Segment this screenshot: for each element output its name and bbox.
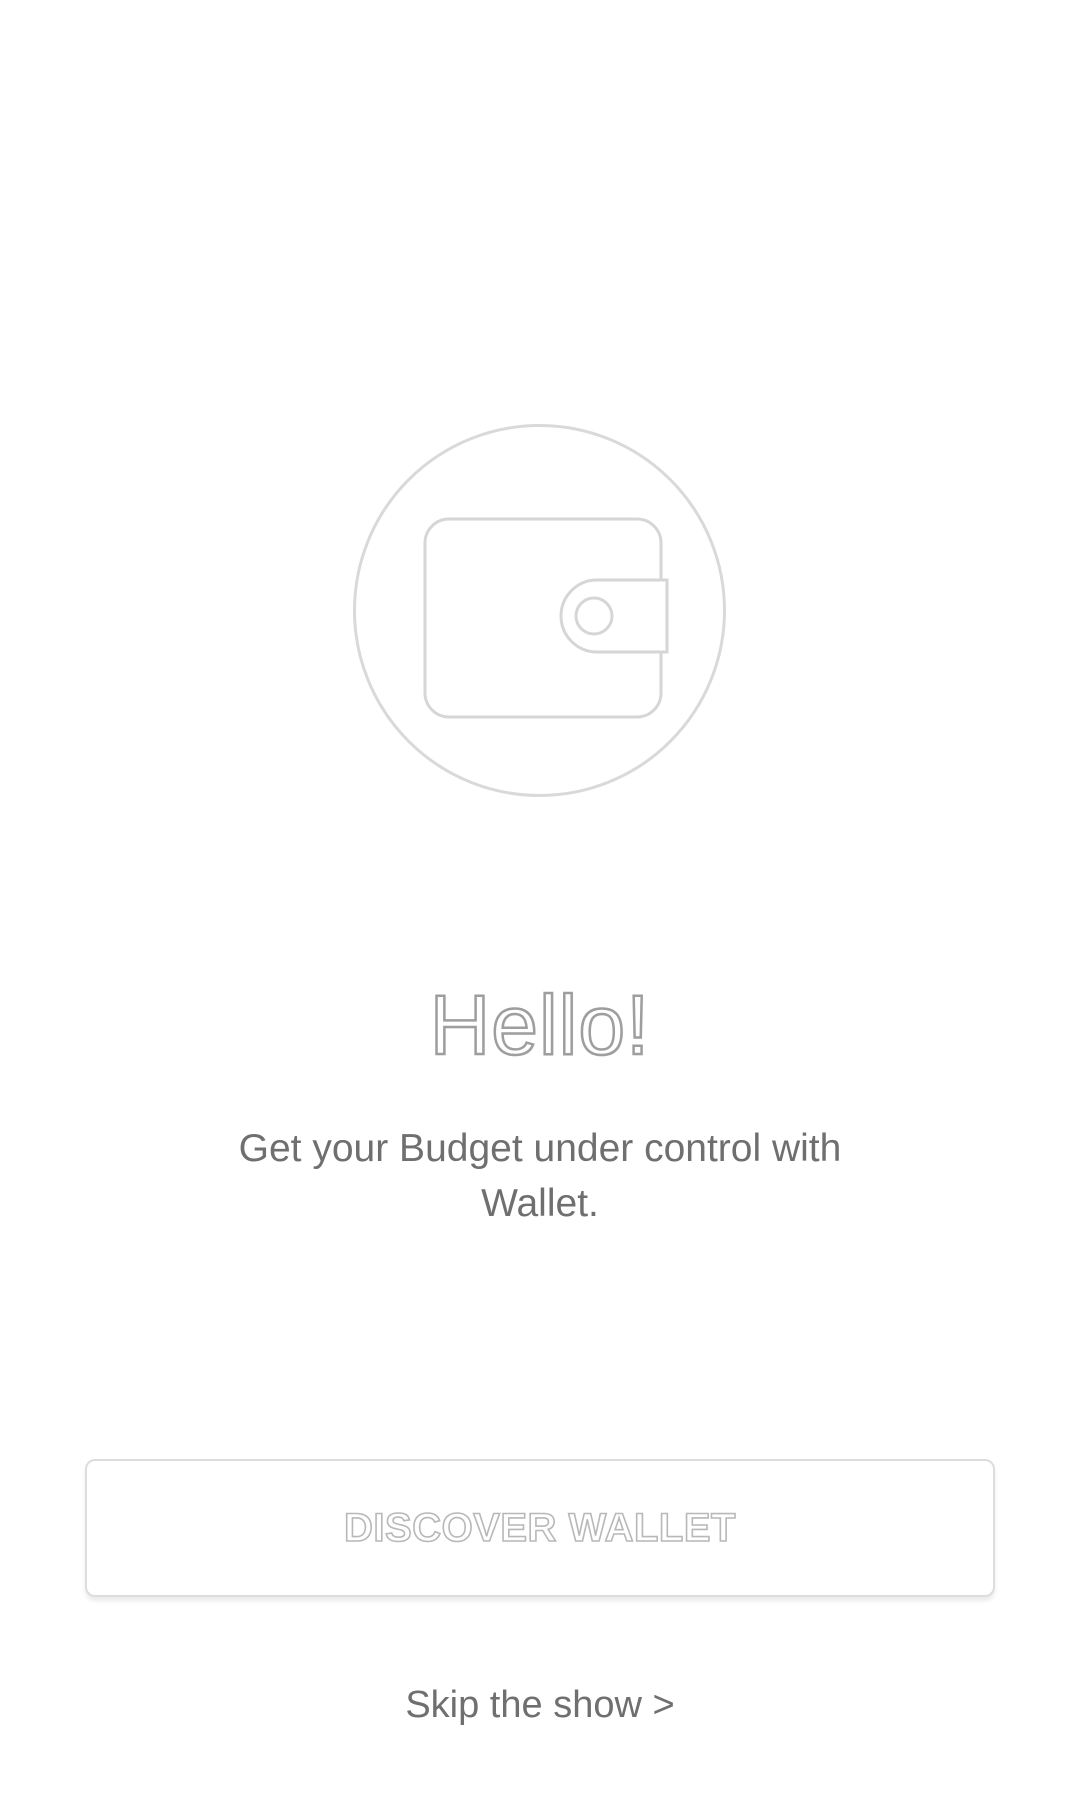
subtitle-line-2: Wallet. [481, 1182, 599, 1225]
welcome-title: Hello! [428, 977, 651, 1074]
discover-wallet-label: DISCOVER WALLET [343, 1505, 736, 1551]
welcome-subtitle: Get your Budget under control with Walle… [180, 1121, 900, 1231]
subtitle-line-1: Get your Budget under control with [238, 1127, 842, 1170]
onboarding-screen: Hello! Get your Budget under control wit… [0, 0, 1080, 1794]
skip-the-show-link[interactable]: Skip the show > [0, 1680, 1080, 1730]
wallet-icon [423, 517, 669, 719]
discover-wallet-button[interactable]: DISCOVER WALLET [85, 1459, 995, 1597]
